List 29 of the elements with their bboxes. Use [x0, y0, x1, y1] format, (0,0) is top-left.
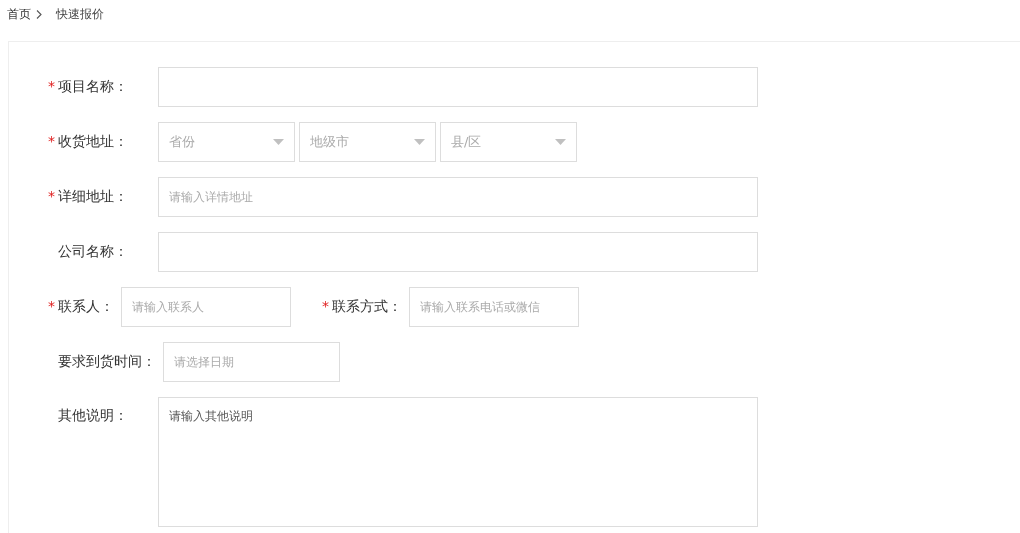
field-label: 公司名称：	[58, 243, 128, 261]
required-mark: *	[48, 133, 56, 151]
select-field[interactable]: 省份	[158, 122, 295, 162]
input-field[interactable]	[158, 67, 758, 107]
field-label: 其他说明：	[58, 407, 128, 425]
required-mark: *	[322, 298, 330, 316]
field-label: 详细地址：	[58, 188, 128, 206]
select-field[interactable]: 地级市	[299, 122, 436, 162]
field-label: 联系方式：	[332, 298, 402, 316]
input-field[interactable]: 请输入联系电话或微信	[409, 287, 579, 327]
breadcrumb-link[interactable]: 快速报价	[56, 5, 104, 23]
chevron-right-icon	[36, 9, 42, 19]
input-field[interactable]: 请输入联系人	[121, 287, 291, 327]
input-field[interactable]	[158, 232, 758, 272]
field-label: 联系人：	[58, 298, 114, 316]
required-mark: *	[48, 188, 56, 206]
required-mark: *	[48, 78, 56, 96]
field-label: 收货地址：	[58, 133, 128, 151]
input-field[interactable]: 请输入详情地址	[158, 177, 758, 217]
field-label: 要求到货时间：	[58, 353, 156, 371]
caret-down-icon	[273, 139, 284, 145]
caret-down-icon	[555, 139, 566, 145]
field-label: 项目名称：	[58, 78, 128, 96]
input-field[interactable]: 请选择日期	[163, 342, 340, 382]
breadcrumb-link[interactable]: 首页	[7, 5, 31, 23]
required-mark: *	[48, 298, 56, 316]
select-field[interactable]: 县/区	[440, 122, 577, 162]
caret-down-icon	[414, 139, 425, 145]
text-area[interactable]: 请输入其他说明	[158, 397, 758, 527]
